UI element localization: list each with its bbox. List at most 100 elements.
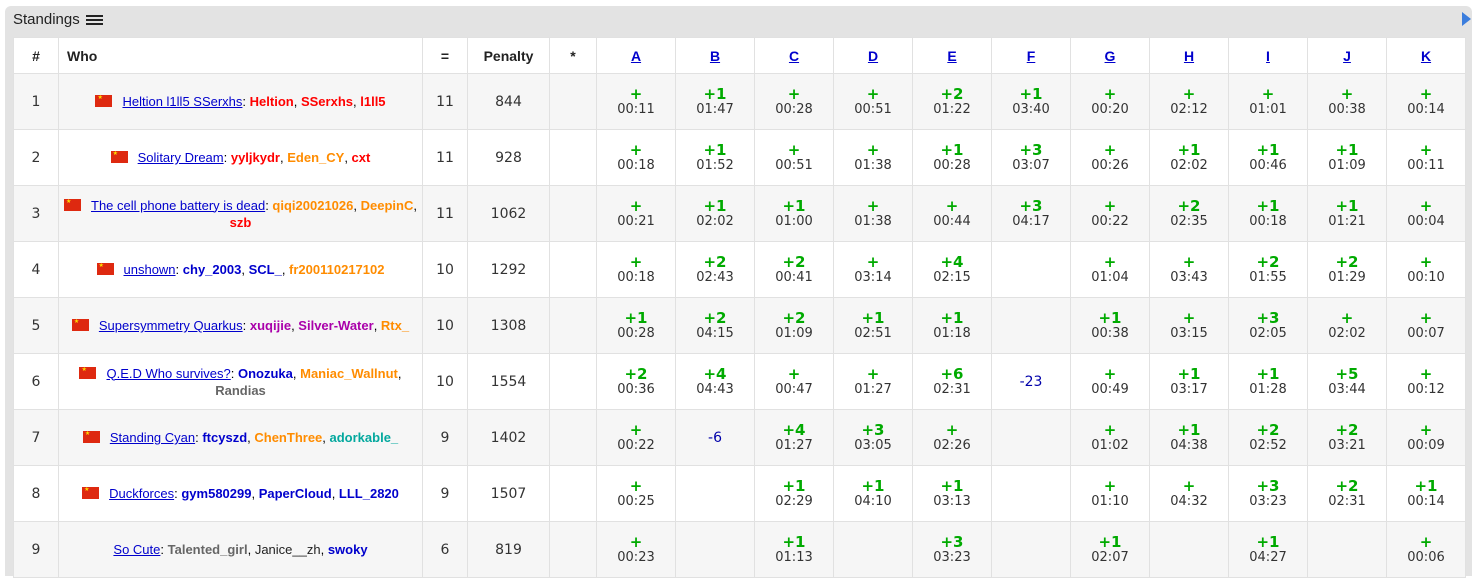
problem-cell[interactable]: +00:18 [596, 241, 676, 298]
problem-header-g[interactable]: G [1070, 37, 1150, 74]
member-link[interactable]: Heltion [250, 94, 294, 109]
problem-cell[interactable]: +04:32 [1149, 465, 1229, 522]
problem-cell[interactable]: +01:38 [833, 129, 913, 186]
problem-cell[interactable]: +03:15 [1149, 297, 1229, 354]
problem-link-e[interactable]: E [947, 48, 956, 64]
problem-cell[interactable]: +2 01:22 [912, 73, 992, 130]
problem-cell[interactable]: +00:26 [1070, 129, 1150, 186]
member-link[interactable]: adorkable_ [330, 430, 399, 445]
problem-header-j[interactable]: J [1307, 37, 1387, 74]
member-link[interactable]: Rtx_ [381, 318, 409, 333]
problem-cell[interactable]: +1 00:38 [1070, 297, 1150, 354]
member-link[interactable]: SCL_ [249, 262, 282, 277]
member-link[interactable]: gym580299 [181, 486, 251, 501]
problem-cell[interactable]: +00:04 [1386, 185, 1466, 242]
problem-cell[interactable] [1149, 521, 1229, 578]
problem-cell[interactable]: +4 01:27 [754, 409, 834, 466]
problem-cell[interactable]: +01:02 [1070, 409, 1150, 466]
problem-header-i[interactable]: I [1228, 37, 1308, 74]
problem-cell[interactable]: +1 01:52 [675, 129, 755, 186]
member-link[interactable]: fr200110217102 [289, 262, 384, 277]
problem-cell[interactable]: +3 02:05 [1228, 297, 1308, 354]
problem-link-g[interactable]: G [1105, 48, 1116, 64]
problem-cell[interactable]: +01:27 [833, 353, 913, 410]
list-icon[interactable] [85, 14, 103, 25]
problem-cell[interactable]: +01:38 [833, 185, 913, 242]
problem-link-d[interactable]: D [868, 48, 878, 64]
team-link[interactable]: The cell phone battery is dead [91, 198, 265, 213]
problem-cell[interactable]: +1 00:18 [1228, 185, 1308, 242]
problem-cell[interactable]: +00:28 [754, 73, 834, 130]
problem-cell[interactable]: +1 00:14 [1386, 465, 1466, 522]
member-link[interactable]: Talented_girl [168, 542, 248, 557]
problem-cell[interactable]: +1 03:40 [991, 73, 1071, 130]
problem-cell[interactable]: +00:44 [912, 185, 992, 242]
problem-cell[interactable]: +02:12 [1149, 73, 1229, 130]
problem-cell[interactable]: +1 01:47 [675, 73, 755, 130]
problem-cell[interactable] [833, 521, 913, 578]
member-link[interactable]: swoky [328, 542, 368, 557]
problem-cell[interactable]: +2 02:31 [1307, 465, 1387, 522]
team-link[interactable]: Supersymmetry Quarkus [99, 318, 243, 333]
team-link[interactable]: So Cute [113, 542, 160, 557]
member-link[interactable]: Maniac_Wallnut [300, 366, 398, 381]
problem-cell[interactable]: +1 04:27 [1228, 521, 1308, 578]
team-link[interactable]: unshown [124, 262, 176, 277]
team-link[interactable]: Q.E.D Who survives? [106, 366, 230, 381]
problem-cell[interactable]: +3 03:23 [1228, 465, 1308, 522]
problem-cell[interactable]: +2 03:21 [1307, 409, 1387, 466]
problem-cell[interactable]: +00:49 [1070, 353, 1150, 410]
problem-cell[interactable]: +1 02:07 [1070, 521, 1150, 578]
team-link[interactable]: Solitary Dream [138, 150, 224, 165]
problem-cell[interactable]: -6 [675, 409, 755, 466]
problem-cell[interactable]: +5 03:44 [1307, 353, 1387, 410]
problem-link-f[interactable]: F [1027, 48, 1036, 64]
member-link[interactable]: yyljkydr [231, 150, 280, 165]
problem-cell[interactable]: +00:20 [1070, 73, 1150, 130]
problem-header-c[interactable]: C [754, 37, 834, 74]
problem-cell[interactable]: +00:22 [596, 409, 676, 466]
expand-arrow-icon[interactable] [1462, 12, 1471, 26]
problem-cell[interactable]: +3 03:23 [912, 521, 992, 578]
problem-cell[interactable] [675, 465, 755, 522]
problem-cell[interactable]: +02:02 [1307, 297, 1387, 354]
problem-cell[interactable]: +00:10 [1386, 241, 1466, 298]
problem-cell[interactable] [1307, 521, 1387, 578]
problem-cell[interactable]: +2 02:52 [1228, 409, 1308, 466]
member-link[interactable]: ftcyszd [202, 430, 247, 445]
problem-cell[interactable]: +2 00:41 [754, 241, 834, 298]
member-link[interactable]: PaperCloud [259, 486, 332, 501]
problem-cell[interactable]: +1 01:21 [1307, 185, 1387, 242]
problem-cell[interactable]: +1 04:38 [1149, 409, 1229, 466]
member-link[interactable]: SSerxhs [301, 94, 353, 109]
problem-link-b[interactable]: B [710, 48, 720, 64]
member-link[interactable]: LLL_2820 [339, 486, 399, 501]
member-link[interactable]: ChenThree [254, 430, 322, 445]
problem-cell[interactable]: +2 00:36 [596, 353, 676, 410]
problem-cell[interactable]: +01:04 [1070, 241, 1150, 298]
problem-cell[interactable]: +1 01:00 [754, 185, 834, 242]
member-link[interactable]: chy_2003 [183, 262, 242, 277]
problem-cell[interactable] [991, 297, 1071, 354]
problem-cell[interactable]: +01:01 [1228, 73, 1308, 130]
problem-cell[interactable]: +1 02:02 [675, 185, 755, 242]
problem-cell[interactable]: +01:10 [1070, 465, 1150, 522]
problem-link-h[interactable]: H [1184, 48, 1194, 64]
problem-cell[interactable]: +03:14 [833, 241, 913, 298]
problem-cell[interactable]: +2 02:43 [675, 241, 755, 298]
problem-cell[interactable] [675, 521, 755, 578]
problem-cell[interactable] [991, 465, 1071, 522]
problem-cell[interactable]: +00:06 [1386, 521, 1466, 578]
problem-cell[interactable]: +00:07 [1386, 297, 1466, 354]
problem-header-a[interactable]: A [596, 37, 676, 74]
problem-cell[interactable]: +00:51 [833, 73, 913, 130]
problem-header-e[interactable]: E [912, 37, 992, 74]
problem-cell[interactable]: +00:38 [1307, 73, 1387, 130]
problem-header-h[interactable]: H [1149, 37, 1229, 74]
problem-cell[interactable] [991, 241, 1071, 298]
problem-cell[interactable]: +1 00:28 [596, 297, 676, 354]
member-link[interactable]: Eden_CY [287, 150, 344, 165]
problem-link-k[interactable]: K [1421, 48, 1431, 64]
problem-cell[interactable]: +00:12 [1386, 353, 1466, 410]
problem-cell[interactable]: +00:11 [1386, 129, 1466, 186]
